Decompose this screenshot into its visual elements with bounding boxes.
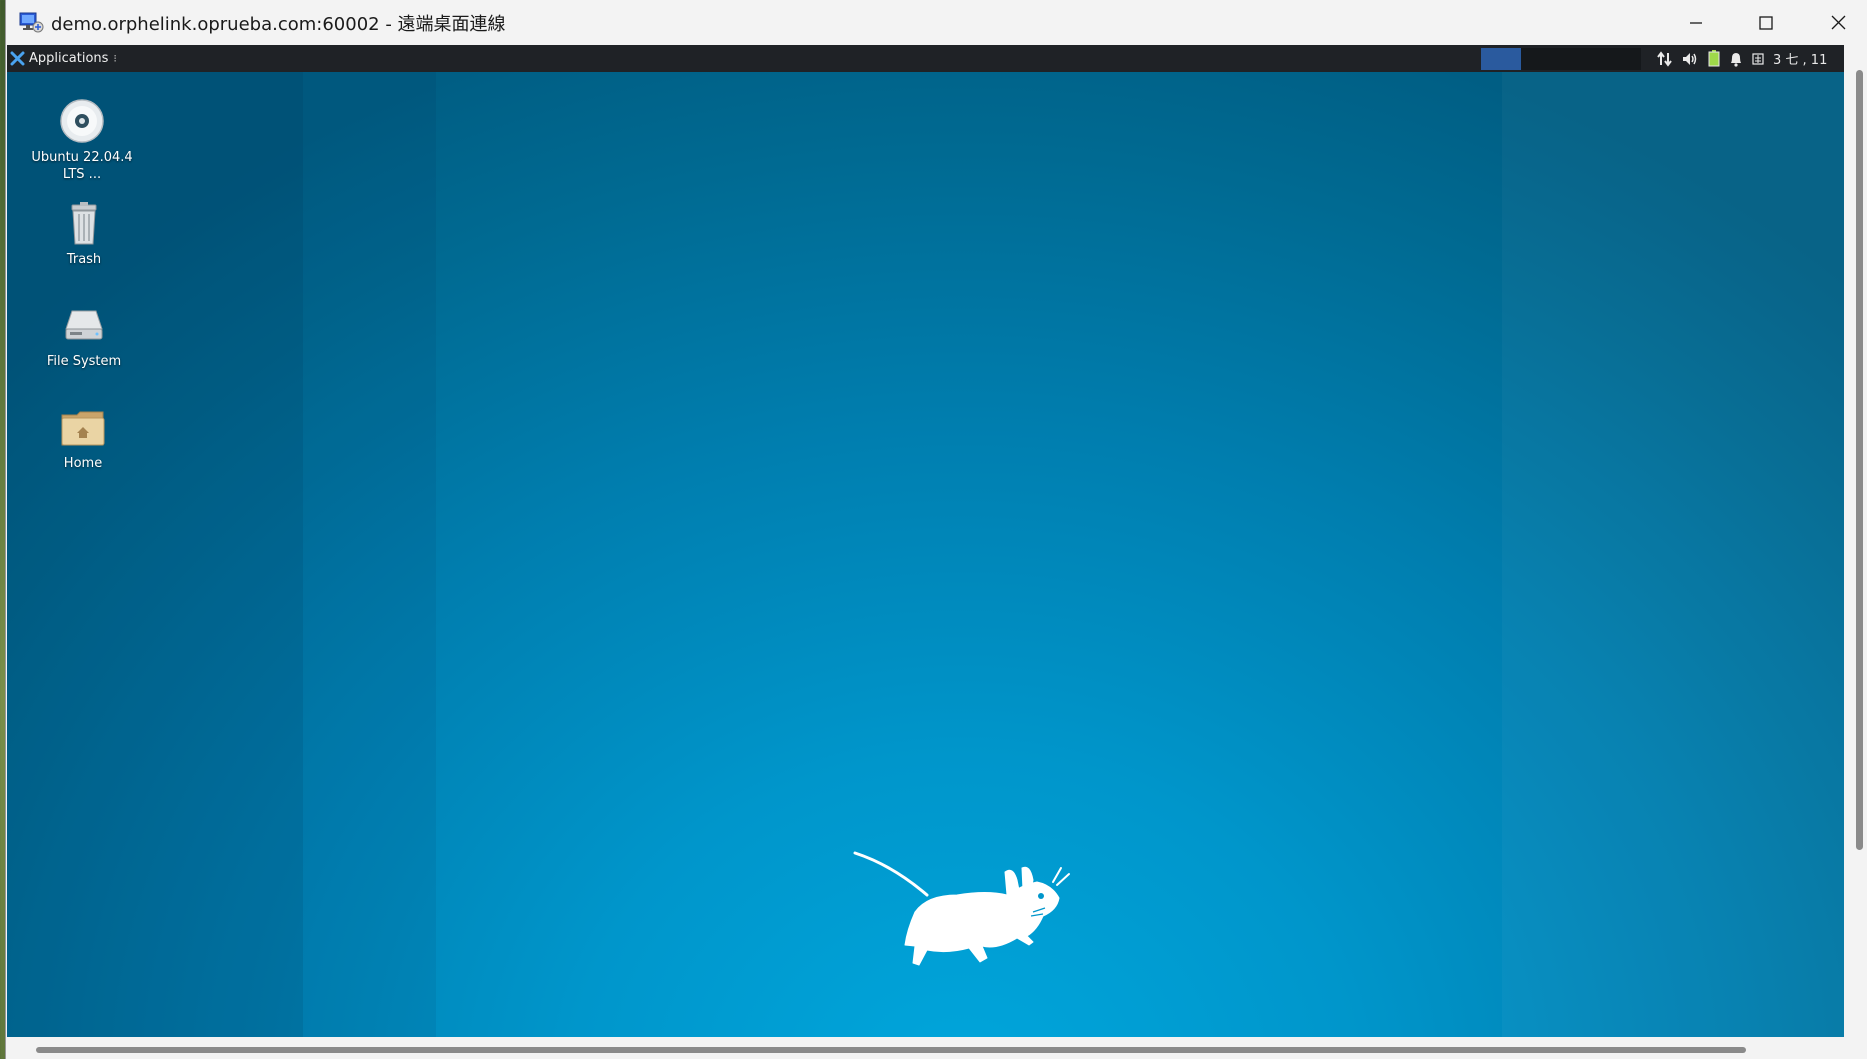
notification-bell-icon[interactable] [1729, 51, 1743, 67]
workspace-2[interactable] [1521, 48, 1561, 70]
wallpaper-band [1502, 45, 1844, 1037]
desktop-icon-trash[interactable]: Trash [29, 199, 139, 268]
clock-label[interactable]: 3 七 , 11 [1773, 49, 1827, 68]
xfce-logo-icon [10, 51, 25, 66]
menu-handle-icon: ⁝ [113, 52, 117, 65]
desktop-icon-ubuntu-disc[interactable]: Ubuntu 22.04.4 LTS ... [27, 97, 137, 183]
close-icon [1831, 15, 1845, 30]
close-button[interactable] [1803, 0, 1867, 45]
xfce-mouse-wallpaper-logo [853, 851, 1070, 966]
keyboard-layout-icon[interactable] [1752, 52, 1764, 65]
desktop-icon-home[interactable]: Home [28, 403, 138, 472]
remote-desktop-app-icon [19, 12, 44, 33]
network-icon[interactable] [1657, 50, 1673, 67]
optical-disc-icon [60, 99, 104, 143]
minimize-button[interactable] [1661, 0, 1731, 45]
horizontal-scrollbar[interactable] [36, 1047, 1746, 1053]
wallpaper-band [7, 45, 303, 1037]
trash-icon [71, 202, 97, 245]
applications-menu-label: Applications [29, 51, 109, 66]
system-tray: 3 七 , 11 [1657, 45, 1827, 72]
volume-icon[interactable] [1682, 51, 1699, 67]
workspace-3[interactable] [1561, 48, 1601, 70]
workspace-1[interactable] [1481, 48, 1521, 70]
window-titlebar[interactable]: demo.orphelink.oprueba.com:60002 - 遠端桌面連… [6, 0, 1867, 45]
desktop-icon-file-system[interactable]: File System [29, 301, 139, 370]
maximize-icon [1759, 15, 1773, 30]
battery-icon[interactable] [1708, 50, 1720, 67]
home-folder-icon [61, 411, 105, 446]
xfce-panel: Applications ⁝ 3 七 , 11 [7, 45, 1844, 72]
wallpaper-band [303, 45, 436, 1037]
remote-desktop-viewport[interactable]: Applications ⁝ 3 七 , 11 Ubuntu 22.04.4 L… [7, 45, 1844, 1037]
remote-desktop-window: demo.orphelink.oprueba.com:60002 - 遠端桌面連… [5, 0, 1867, 1059]
desktop-icon-label: File System [46, 354, 122, 369]
vertical-scrollbar[interactable] [1856, 70, 1863, 850]
desktop-icon-label: Home [63, 456, 103, 471]
minimize-icon [1690, 21, 1702, 24]
applications-menu-button[interactable]: Applications ⁝ [10, 45, 117, 72]
window-title: demo.orphelink.oprueba.com:60002 - 遠端桌面連… [51, 14, 506, 35]
maximize-button[interactable] [1731, 0, 1801, 45]
workspace-switcher [1481, 48, 1641, 70]
hard-drive-icon [65, 310, 103, 340]
workspace-4[interactable] [1601, 48, 1641, 70]
desktop-icon-label: Trash [66, 252, 102, 267]
desktop-icon-label: Ubuntu 22.04.4 LTS ... [31, 150, 133, 182]
